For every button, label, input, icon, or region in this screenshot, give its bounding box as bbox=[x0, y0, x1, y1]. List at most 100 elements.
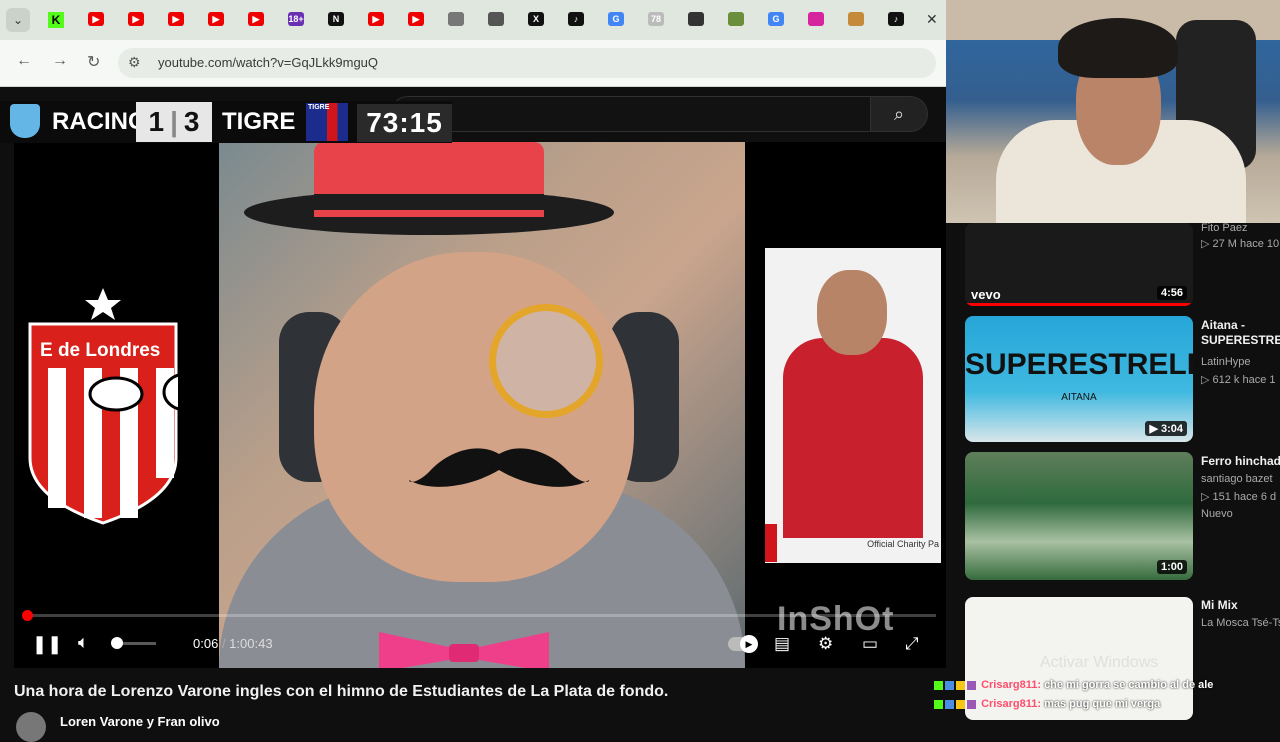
badge-icon bbox=[967, 699, 976, 709]
watched-progress bbox=[965, 303, 1193, 306]
racing-badge-icon bbox=[10, 104, 40, 138]
url-text[interactable]: youtube.com/watch?v=GqJLkk9mguQ bbox=[158, 55, 378, 70]
chat-message: Crisarg811: che mi gorra se cambio al de… bbox=[934, 679, 1213, 691]
autoplay-play-icon[interactable]: ▶ bbox=[740, 635, 758, 653]
progress-bar[interactable] bbox=[26, 614, 936, 617]
charity-red-bar bbox=[765, 524, 777, 562]
forward-arrow-icon[interactable]: → bbox=[52, 52, 68, 70]
site-info-icon[interactable]: ⚙ bbox=[128, 54, 141, 71]
theater-mode-button[interactable]: ▭ bbox=[862, 634, 878, 654]
recommendation-meta: ▷ 151 hace 6 d bbox=[1201, 491, 1277, 503]
player-head bbox=[817, 270, 887, 355]
total-time: 1:00:43 bbox=[229, 636, 273, 651]
youtube-icon[interactable]: ▶ bbox=[128, 12, 144, 26]
webcam-overlay bbox=[946, 0, 1280, 223]
google-icon[interactable]: G bbox=[768, 12, 784, 26]
youtube-icon[interactable]: ▶ bbox=[208, 12, 224, 26]
speaker-icon[interactable] bbox=[448, 12, 464, 26]
mustache-icon bbox=[409, 448, 589, 487]
browser-tab-strip: ⌄ K ▶ ▶ ▶ ▶ ▶ 18+ N ▶ ▶ X ♪ G 78 G ♪ ✕ bbox=[0, 0, 946, 40]
age-rating-icon[interactable]: 18+ bbox=[288, 12, 304, 26]
score-box: 1 | 3 bbox=[136, 102, 212, 142]
thumbnail-title-text: SUPERESTRELLA bbox=[965, 348, 1193, 381]
recommendation-title[interactable]: Mi Mix bbox=[1201, 598, 1280, 612]
red-jersey bbox=[783, 338, 923, 538]
progress-scrubber[interactable] bbox=[22, 610, 33, 621]
recommendation-thumbnail[interactable]: 1:00 bbox=[965, 452, 1193, 580]
pause-button[interactable]: ❚❚ bbox=[32, 634, 62, 655]
video-duration: 1:00 bbox=[1156, 560, 1187, 574]
search-icon: ⌕ bbox=[893, 103, 905, 124]
tiktok-icon[interactable]: ♪ bbox=[568, 12, 584, 26]
current-time: 0:06 bbox=[193, 636, 219, 651]
youtube-icon[interactable]: ▶ bbox=[368, 12, 384, 26]
video-duration: ▶ 3:04 bbox=[1145, 421, 1187, 436]
youtube-icon[interactable]: ▶ bbox=[408, 12, 424, 26]
google-icon[interactable]: G bbox=[608, 12, 624, 26]
subtitles-button[interactable]: ▤ bbox=[774, 634, 790, 654]
youtube-search-input[interactable] bbox=[390, 96, 872, 132]
recommendation-title[interactable]: Ferro hinchada bbox=[1201, 454, 1280, 468]
kick-tab-icon[interactable]: K bbox=[48, 12, 64, 28]
x-icon[interactable]: X bbox=[528, 12, 544, 26]
recommendation-title[interactable]: Aitana - SUPERESTRELLA bbox=[1201, 318, 1280, 348]
recommendation-meta: ▷ 27 M hace 10 bbox=[1201, 238, 1280, 250]
recommendation-title[interactable]: Fito Paez bbox=[1201, 222, 1280, 234]
channel-avatar[interactable] bbox=[16, 712, 46, 742]
recommendation-channel: santiago bazet bbox=[1201, 473, 1273, 485]
news-icon[interactable]: N bbox=[328, 12, 344, 26]
tiktok-icon[interactable]: ♪ bbox=[888, 12, 904, 26]
close-tab-button[interactable]: ✕ bbox=[926, 11, 938, 28]
windows-activation-watermark: Activar Windows bbox=[1040, 654, 1159, 671]
face bbox=[314, 252, 634, 582]
chat-username: Crisarg811: bbox=[981, 679, 1041, 691]
score-divider: | bbox=[170, 106, 178, 137]
tigre-badge-label: TIGRE bbox=[308, 104, 330, 111]
volume-button[interactable]: 🔈︎ bbox=[78, 632, 89, 653]
recommendation-thumbnail[interactable]: vevo 4:56 bbox=[965, 223, 1193, 306]
monocle-icon bbox=[489, 304, 603, 418]
match-clock: 73:15 bbox=[357, 104, 452, 142]
video-title: Una hora de Lorenzo Varone ingles con el… bbox=[14, 683, 669, 700]
volume-knob[interactable] bbox=[111, 637, 123, 649]
frog-icon[interactable] bbox=[728, 12, 744, 26]
recommendation-stats: 151 hace 6 d bbox=[1212, 491, 1277, 503]
recommendation-channel: LatinHype bbox=[1201, 356, 1251, 368]
pause-icon: ❚❚ bbox=[32, 634, 63, 654]
youtube-icon[interactable]: ▶ bbox=[88, 12, 104, 26]
top-hat-band bbox=[314, 194, 544, 210]
thumbnail-subtitle-text: AITANA bbox=[1061, 392, 1097, 403]
speaker-icon: 🔈︎ bbox=[78, 632, 89, 652]
reload-icon[interactable]: ↻ bbox=[87, 52, 100, 72]
charity-photo: Official Charity Pa bbox=[765, 248, 941, 563]
streamer-hair bbox=[1058, 18, 1178, 78]
chat-message: Crisarg811: mas pug que mi verga bbox=[934, 698, 1160, 710]
tab-search-button[interactable]: ⌄ bbox=[6, 8, 30, 32]
badge-icon bbox=[934, 699, 943, 709]
recommendation-channel: La Mosca Tsé-Tsé bbox=[1201, 617, 1280, 629]
game-icon[interactable] bbox=[688, 12, 704, 26]
fullscreen-button[interactable]: ⤢ bbox=[905, 634, 919, 654]
site-icon[interactable]: 78 bbox=[648, 12, 664, 26]
instagram-icon[interactable] bbox=[808, 12, 824, 26]
bow-tie-icon bbox=[379, 632, 549, 668]
burger-icon[interactable] bbox=[848, 12, 864, 26]
estudiantes-logo bbox=[28, 288, 178, 525]
youtube-icon[interactable]: ▶ bbox=[248, 12, 264, 26]
badge-icon bbox=[956, 699, 965, 709]
chrome-icon[interactable] bbox=[488, 12, 504, 26]
recommendation-stats: 612 k hace 1 bbox=[1212, 374, 1276, 386]
chat-username: Crisarg811: bbox=[981, 698, 1041, 710]
badge-icon bbox=[945, 680, 954, 690]
back-arrow-icon[interactable]: ← bbox=[16, 52, 32, 70]
time-display: 0:06 / 1:00:43 bbox=[193, 636, 273, 651]
search-button[interactable]: ⌕ bbox=[870, 96, 928, 132]
new-badge: Nuevo bbox=[1201, 508, 1233, 520]
recommendation-thumbnail[interactable]: SUPERESTRELLA AITANA ▶ 3:04 bbox=[965, 316, 1193, 442]
youtube-icon[interactable]: ▶ bbox=[168, 12, 184, 26]
video-duration: 4:56 bbox=[1156, 286, 1187, 300]
channel-name[interactable]: Loren Varone y Fran olivo bbox=[60, 714, 220, 729]
badge-icon bbox=[956, 680, 965, 690]
settings-gear-icon[interactable]: ⚙ bbox=[818, 634, 833, 654]
home-score: 1 bbox=[148, 106, 165, 137]
